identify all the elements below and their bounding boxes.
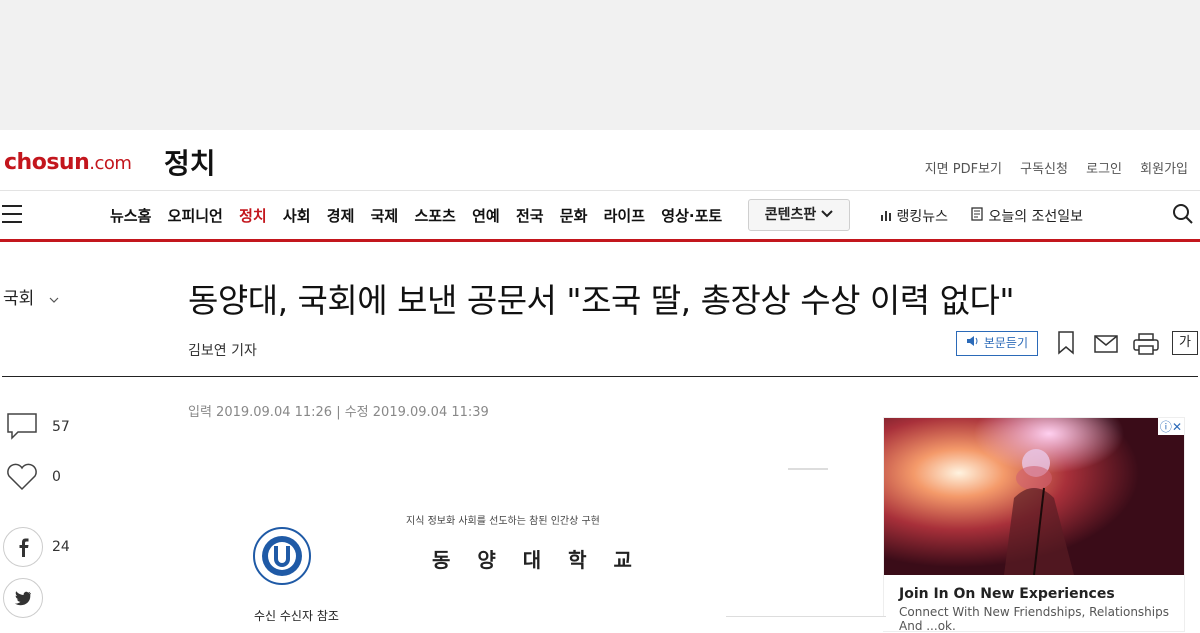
bookmark-icon[interactable]: [1057, 331, 1075, 355]
ranking-news-link[interactable]: 랭킹뉴스: [880, 206, 948, 226]
ad-image[interactable]: [884, 418, 1184, 575]
pdf-link[interactable]: 지면 PDF보기: [925, 162, 1002, 177]
twitter-icon: [14, 591, 32, 606]
main-nav: 뉴스홈 오피니언 정치 사회 경제 국제 스포츠 연예 전국 문화 라이프 영상…: [0, 191, 1200, 242]
like-count: 0: [52, 469, 61, 485]
subscribe-link[interactable]: 구독신청: [1020, 162, 1068, 177]
email-icon[interactable]: [1094, 335, 1118, 353]
article-title: 동양대, 국회에 보낸 공문서 "조국 딸, 총장상 수상 이력 없다": [188, 281, 1015, 320]
info-icon[interactable]: ⓘ: [1160, 420, 1172, 434]
nav-item-home[interactable]: 뉴스홈: [110, 207, 151, 225]
menu-icon[interactable]: [2, 205, 22, 223]
nav-item-opinion[interactable]: 오피니언: [168, 207, 223, 225]
document-school-name: 동 양 대 학 교: [432, 548, 642, 572]
speaker-icon: [967, 336, 978, 346]
sponsored-ad[interactable]: ⓘ✕ Join In On New Experiences Connect Wi…: [883, 417, 1185, 633]
content-menu-button[interactable]: 콘텐츠판: [748, 199, 850, 231]
ad-description[interactable]: Connect With New Friendships, Relationsh…: [899, 605, 1179, 633]
nav-item-sports[interactable]: 스포츠: [414, 207, 455, 225]
section-title[interactable]: 정치: [164, 142, 216, 182]
facebook-share-button[interactable]: [3, 527, 43, 567]
document-slogan: 지식 정보화 사회를 선도하는 참된 인간상 구현: [406, 516, 600, 527]
bar-chart-icon: [881, 211, 891, 221]
nav-item-entertainment[interactable]: 연예: [472, 207, 500, 225]
nav-item-economy[interactable]: 경제: [327, 207, 355, 225]
chevron-down-icon: [821, 210, 833, 218]
document-image[interactable]: 지식 정보화 사회를 선도하는 참된 인간상 구현 동 양 대 학 교 수신 수…: [188, 450, 828, 630]
category-dropdown[interactable]: 국회: [3, 284, 60, 309]
top-ad-banner[interactable]: [0, 0, 1200, 130]
login-link[interactable]: 로그인: [1086, 162, 1122, 177]
nav-item-culture[interactable]: 문화: [560, 207, 588, 225]
facebook-icon: [19, 538, 29, 557]
bottom-floating-ad[interactable]: [726, 616, 886, 631]
nav-item-politics[interactable]: 정치: [239, 207, 267, 225]
document-mark: [788, 468, 828, 470]
ad-title[interactable]: Join In On New Experiences: [899, 586, 1115, 602]
article-dates: 입력 2019.09.04 11:26 | 수정 2019.09.04 11:3…: [188, 405, 489, 420]
listen-button[interactable]: 본문듣기: [956, 331, 1038, 356]
heart-icon[interactable]: [6, 463, 38, 491]
today-paper-link[interactable]: 오늘의 조선일보: [970, 206, 1083, 226]
print-icon[interactable]: [1133, 333, 1159, 355]
font-size-button[interactable]: 가: [1172, 331, 1198, 355]
chosun-logo[interactable]: chosun.com: [4, 150, 132, 175]
document-receiver: 수신 수신자 참조: [254, 609, 339, 623]
signup-link[interactable]: 회원가입: [1140, 162, 1188, 177]
byline[interactable]: 김보연 기자: [188, 340, 257, 360]
nav-item-society[interactable]: 사회: [283, 207, 311, 225]
newspaper-icon: [971, 207, 983, 221]
divider: [2, 376, 1198, 377]
comment-icon[interactable]: [6, 412, 38, 440]
nav-item-national[interactable]: 전국: [516, 207, 544, 225]
search-icon[interactable]: [1172, 203, 1194, 225]
facebook-share-count: 24: [52, 539, 70, 555]
chevron-down-icon: [49, 297, 59, 303]
university-seal-icon: [253, 527, 311, 585]
site-header: chosun.com 정치 지면 PDF보기 구독신청 로그인 회원가입: [0, 130, 1200, 191]
ad-choices[interactable]: ⓘ✕: [1157, 418, 1184, 435]
nav-item-life[interactable]: 라이프: [604, 207, 645, 225]
close-icon[interactable]: ✕: [1172, 420, 1182, 434]
util-links: 지면 PDF보기 구독신청 로그인 회원가입: [911, 158, 1188, 177]
nav-items: 뉴스홈 오피니언 정치 사회 경제 국제 스포츠 연예 전국 문화 라이프 영상…: [110, 205, 733, 226]
twitter-share-button[interactable]: [3, 578, 43, 618]
nav-item-international[interactable]: 국제: [371, 207, 399, 225]
comment-count: 57: [52, 419, 70, 435]
nav-item-video-photo[interactable]: 영상·포토: [661, 207, 722, 225]
